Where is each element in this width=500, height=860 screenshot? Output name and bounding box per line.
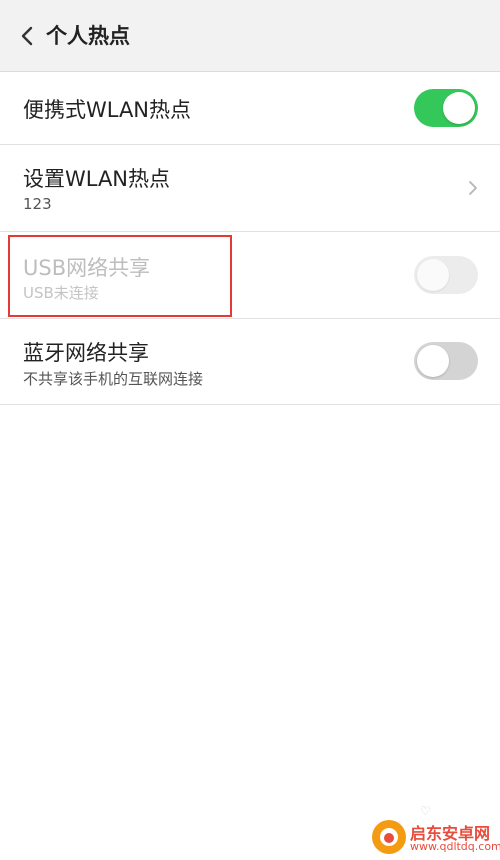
usb-share-toggle [414, 256, 478, 294]
logo-dot [384, 833, 394, 843]
hotspot-toggle[interactable] [414, 89, 478, 127]
wlan-setup-label: 设置WLAN热点 [23, 167, 171, 191]
page-title: 个人热点 [46, 24, 130, 48]
bt-share-label: 蓝牙网络共享 [23, 341, 149, 365]
toggle-knob [417, 259, 449, 291]
bt-share-row[interactable]: 蓝牙网络共享 不共享该手机的互联网连接 [0, 319, 500, 405]
back-button[interactable] [14, 22, 42, 50]
heart-icon: ♡ [420, 804, 431, 818]
app-header: 个人热点 [0, 0, 500, 72]
usb-share-label: USB网络共享 [23, 256, 151, 280]
usb-share-row: USB网络共享 USB未连接 [0, 232, 500, 319]
wlan-setup-ssid: 123 [23, 195, 52, 213]
hotspot-settings-screen: 个人热点 便携式WLAN热点 设置WLAN热点 123 USB网络共享 USB未… [0, 0, 500, 860]
toggle-knob [443, 92, 475, 124]
chevron-right-icon [469, 181, 477, 195]
watermark: 启东安卓网 www.qdltdq.com [368, 818, 500, 858]
toggle-knob [417, 345, 449, 377]
usb-share-status: USB未连接 [23, 284, 99, 302]
bt-share-status: 不共享该手机的互联网连接 [23, 370, 204, 388]
watermark-url: www.qdltdq.com [410, 840, 500, 853]
chevron-left-icon [21, 26, 33, 46]
bt-share-toggle[interactable] [414, 342, 478, 380]
hotspot-label: 便携式WLAN热点 [23, 98, 192, 122]
watermark-logo-icon [372, 820, 406, 854]
wlan-setup-row[interactable]: 设置WLAN热点 123 [0, 145, 500, 232]
hotspot-row[interactable]: 便携式WLAN热点 [0, 72, 500, 145]
